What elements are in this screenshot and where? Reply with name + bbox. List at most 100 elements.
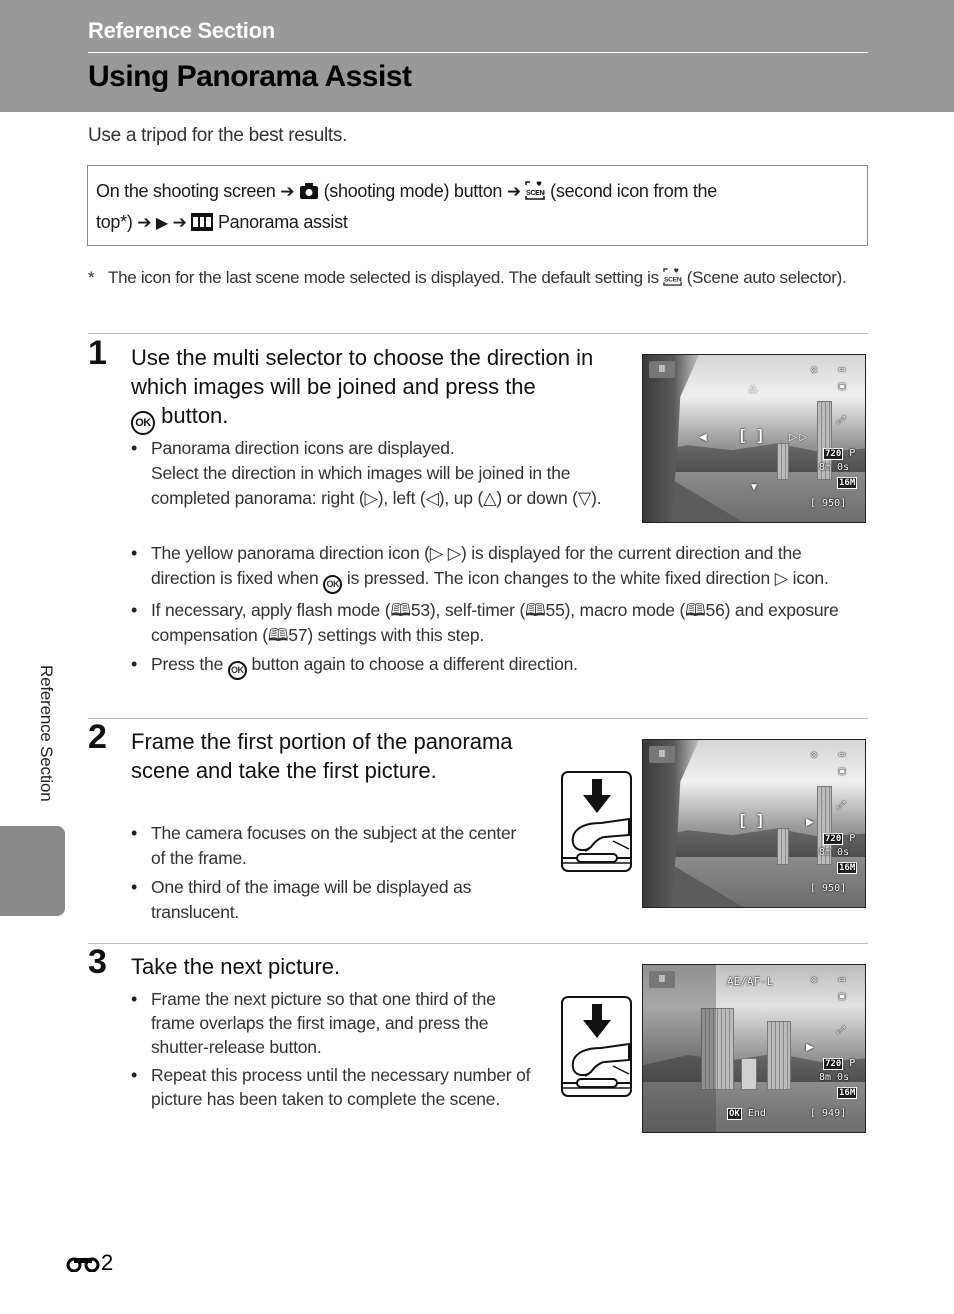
page-number-text: 2 [101,1250,114,1275]
section-tab[interactable] [0,826,65,916]
list-item: Press the OK button again to choose a di… [131,652,861,680]
bullet-text: ), up ( [438,488,484,508]
ok-button-icon: OK [227,661,247,680]
section-divider [88,718,868,719]
list-item: Repeat this process until the necessary … [131,1063,541,1111]
book-reference-icon: 🕮 [390,600,411,620]
svg-text:SCENE: SCENE [664,276,682,283]
step-1-bullets: Panorama direction icons are displayed. … [131,436,611,515]
page-reference-link[interactable]: 57 [288,625,307,645]
bullet-text: is pressed. The icon changes to the whit… [346,568,771,588]
list-item: The camera focuses on the subject at the… [131,821,531,871]
play-triangle-icon: ▶ [155,215,168,232]
ok-button-icon: OK [323,575,343,594]
left-direction-icon: ◀ [699,432,707,443]
step-number: 2 [88,718,107,756]
video-mode-suffix: P [849,833,856,844]
svg-text:SCENE: SCENE [526,190,545,197]
vibration-reduction-icon: ▣ [839,766,846,777]
bullet-text: ) or down ( [496,488,578,508]
page-reference-link[interactable]: 56 [706,600,725,620]
camera-screen-direction-select: Ⅲ ⊛ ▭ ▣ ⤢ △ ◀ ▷ ▷ ▼ [ ] 720 P 8m 0s 16M … [642,354,866,523]
zoom-indicator-icon: ⤢ [837,1025,845,1036]
section-label: Reference Section [88,18,275,43]
step-title-text: Use the multi selector to choose the dir… [131,345,594,399]
camera-icon [299,180,319,208]
video-mode-suffix: P [849,1058,856,1069]
down-direction-icon: ▼ [749,482,759,493]
bullet-text: ), macro mode ( [564,600,686,620]
scene-auto-selector-icon: SCENE [525,180,550,208]
video-mode-badge: 720 [823,833,844,845]
bullet-text: Panorama direction icons are displayed. [151,438,455,458]
video-mode-suffix: P [849,448,856,459]
screen-city [710,397,832,481]
scene-auto-selector-icon: SCENE [663,268,687,293]
yellow-direction-icon: ▷ ▷ [429,543,461,563]
list-item: If necessary, apply flash mode (🕮53), se… [131,598,861,648]
image-size-badge: 16M [837,1087,858,1099]
shutter-press-icon [561,996,632,1097]
footnote-text: The icon for the last scene mode selecte… [108,268,659,287]
procedure-text-1: On the shooting screen [96,181,276,201]
page-reference-link[interactable]: 55 [546,600,565,620]
bullet-text: ), self-timer ( [429,600,526,620]
step-title-text-end: button. [161,403,229,428]
list-item: Panorama direction icons are displayed. … [131,436,611,511]
page-reference-link[interactable]: 53 [411,600,430,620]
fixed-direction-icon: ▷ [774,568,788,588]
step-2-bullets: The camera focuses on the subject at the… [131,821,531,929]
battery-icon: ▭ [839,364,846,375]
end-label: End [747,1108,766,1119]
step-number: 1 [88,334,107,372]
right-direction-icon: ▷ [364,488,378,508]
bullet-text: icon. [792,568,829,588]
ok-button-icon: OK [131,411,155,435]
bullet-text: If necessary, apply flash mode ( [151,600,391,620]
zoom-indicator-icon: ⤢ [837,800,845,811]
procedure-text-3: (second icon from the [550,181,717,201]
left-direction-icon: ◁ [425,488,439,508]
step-title: Frame the first portion of the panorama … [131,729,513,783]
procedure-text-5: Panorama assist [217,212,348,232]
panorama-mode-icon: Ⅲ [649,971,675,988]
book-reference-icon: 🕮 [525,600,546,620]
arrow-right-icon: ➔ [172,213,187,232]
vibration-reduction-icon: ▣ [839,991,846,1002]
bullet-text: ), left ( [377,488,426,508]
section-divider [88,943,868,944]
focus-area-icon: [ ] [740,427,763,444]
footnote: * The icon for the last scene mode selec… [88,266,868,293]
bullet-text: The yellow panorama direction icon ( [151,543,430,563]
arrow-right-icon: ➔ [506,182,521,201]
image-size-badge: 16M [837,862,858,874]
bullet-text: ) settings with this step. [307,625,485,645]
battery-icon: ▭ [839,749,846,760]
fixed-direction-icon: ▶ [806,1042,814,1053]
book-reference-icon: 🕮 [267,625,289,645]
video-time-remaining: 8m 0s [819,462,850,473]
video-time-remaining: 8m 0s [819,847,850,858]
up-direction-icon: △ [749,383,757,394]
ae-af-lock-indicator: AE/AF-L [727,975,774,988]
focus-area-icon: [ ] [740,812,763,829]
shutter-press-icon [561,771,632,872]
frames-remaining: [ 950] [810,883,847,894]
page-title: Using Panorama Assist [88,60,412,93]
down-direction-icon: ▽ [577,488,592,508]
list-item: Frame the next picture so that one third… [131,987,541,1059]
procedure-box: On the shooting screen ➔ (shooting mode)… [87,165,868,246]
intro-text: Use a tripod for the best results. [88,125,348,146]
panorama-mode-icon: Ⅲ [649,746,675,763]
header-divider [88,52,868,53]
step-1-bullets-continued: The yellow panorama direction icon (▷ ▷)… [131,541,861,684]
page-number: 2 [66,1250,113,1276]
battery-icon: ▭ [839,974,846,985]
section-divider [88,333,868,334]
right-direction-icon: ▷ ▷ [789,432,808,443]
up-direction-icon: △ [483,488,497,508]
translucent-overlap-region [643,965,717,1132]
arrow-right-icon: ➔ [280,182,295,201]
camera-screen-next-picture: Ⅲ AE/AF-L ⊛ ▭ ▣ ⤢ ▶ 720 P 8m 0s 16M OK E… [642,964,866,1133]
header-band: Reference Section Using Panorama Assist [0,0,954,112]
